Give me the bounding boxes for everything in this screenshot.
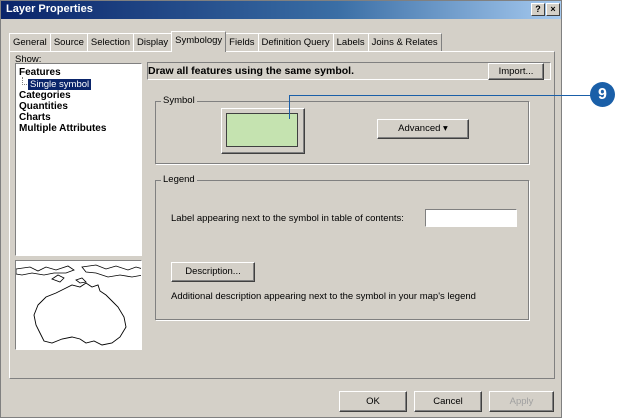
- tree-item-categories[interactable]: Categories: [19, 90, 71, 101]
- tab-joins-relates[interactable]: Joins & Relates: [367, 33, 442, 52]
- ok-button[interactable]: OK: [339, 391, 407, 412]
- callout-leader-line: [289, 95, 595, 96]
- callout-leader-drop: [289, 95, 290, 119]
- tab-general[interactable]: General: [9, 33, 51, 52]
- tab-display[interactable]: Display: [133, 33, 173, 52]
- symbol-group-label: Symbol: [161, 95, 197, 106]
- preview-map-image: [15, 260, 142, 350]
- apply-button[interactable]: Apply: [489, 391, 554, 412]
- cancel-button[interactable]: Cancel: [414, 391, 482, 412]
- tree-item-multiple-attributes[interactable]: Multiple Attributes: [19, 123, 106, 134]
- tab-symbology[interactable]: Symbology: [171, 31, 227, 52]
- tab-strip: General Source Selection Display Symbology Fi…: [9, 31, 442, 52]
- description-button[interactable]: Description...: [171, 262, 255, 282]
- tab-selection[interactable]: Selection: [86, 33, 135, 52]
- tab-definition-query[interactable]: Definition Query: [257, 33, 334, 52]
- legend-group-label: Legend: [161, 174, 197, 185]
- renderer-description: Draw all features using the same symbol.: [148, 65, 354, 77]
- tree-item-charts[interactable]: Charts: [19, 112, 51, 123]
- advanced-button[interactable]: Advanced ▾: [377, 119, 469, 139]
- tab-fields[interactable]: Fields: [225, 33, 259, 52]
- legend-label-input[interactable]: [425, 209, 517, 227]
- symbol-swatch-button[interactable]: [221, 108, 305, 154]
- tab-labels[interactable]: Labels: [332, 33, 369, 52]
- close-icon[interactable]: ×: [546, 3, 560, 16]
- description-help-text: Additional description appearing next to…: [171, 291, 476, 302]
- import-button[interactable]: Import...: [488, 63, 544, 80]
- help-icon[interactable]: ?: [531, 3, 545, 16]
- title-bar[interactable]: Layer Properties ? ×: [1, 1, 561, 19]
- australia-map: [16, 264, 141, 346]
- tree-item-single-symbol[interactable]: Single symbol: [28, 79, 92, 90]
- window-title: Layer Properties: [6, 3, 93, 15]
- legend-label-prompt: Label appearing next to the symbol in ta…: [171, 213, 404, 224]
- show-tree[interactable]: Features Single symbol Categories Quanti…: [15, 63, 142, 256]
- symbol-group: [155, 101, 529, 164]
- tab-source[interactable]: Source: [49, 33, 88, 52]
- tree-item-quantities[interactable]: Quantities: [19, 101, 68, 112]
- symbol-fill-preview: [226, 113, 298, 147]
- step-number-badge: 9: [590, 82, 615, 107]
